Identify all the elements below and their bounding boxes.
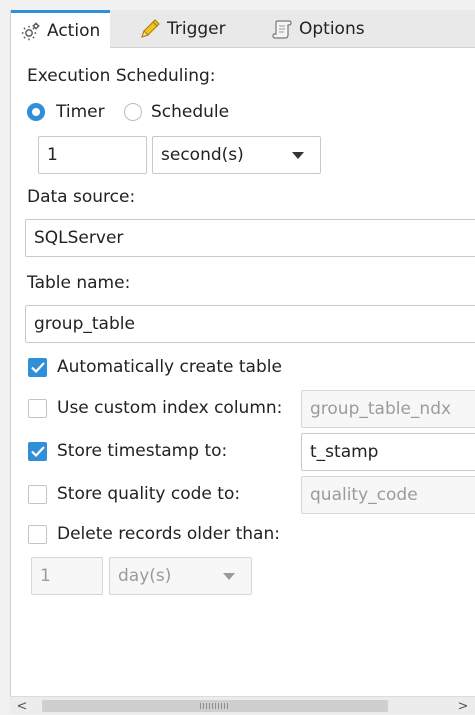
scrollbar-thumb[interactable] xyxy=(42,700,388,712)
auto-create-table-checkbox[interactable] xyxy=(28,358,47,377)
tab-bar: Action Trigger Options xyxy=(11,10,475,49)
delete-older-unit-select[interactable]: day(s) xyxy=(109,557,252,595)
scroll-icon xyxy=(271,18,293,40)
delete-older-value-input[interactable]: 1 xyxy=(31,557,103,595)
store-timestamp-value: t_stamp xyxy=(310,442,379,462)
table-name-label: Table name: xyxy=(27,273,131,293)
store-quality-value: quality_code xyxy=(310,485,418,505)
store-timestamp-input[interactable]: t_stamp xyxy=(301,433,475,471)
store-quality-input[interactable]: quality_code xyxy=(301,476,475,514)
custom-index-value: group_table_ndx xyxy=(310,399,452,419)
chevron-down-icon xyxy=(223,572,235,580)
delete-older-unit-text: day(s) xyxy=(118,566,172,586)
interval-unit-select[interactable]: second(s) xyxy=(152,136,321,174)
timer-radio[interactable] xyxy=(27,103,45,121)
grip-icon xyxy=(200,703,230,709)
tab-action[interactable]: Action xyxy=(11,10,111,49)
schedule-radio-label: Schedule xyxy=(151,102,230,122)
check-icon xyxy=(31,362,45,373)
tab-action-label: Action xyxy=(47,21,101,41)
scroll-left-arrow[interactable]: < xyxy=(12,697,32,715)
tab-trigger[interactable]: Trigger xyxy=(139,10,226,48)
tab-options-label: Options xyxy=(299,19,365,39)
horizontal-scrollbar[interactable]: < > xyxy=(10,696,475,714)
execution-scheduling-label: Execution Scheduling: xyxy=(27,66,216,86)
auto-create-table-label: Automatically create table xyxy=(57,357,282,377)
delete-older-checkbox[interactable] xyxy=(28,525,47,544)
interval-value-input[interactable]: 1 xyxy=(38,136,147,174)
data-source-label: Data source: xyxy=(27,187,136,207)
schedule-radio[interactable] xyxy=(124,103,142,121)
interval-value-text: 1 xyxy=(47,145,58,165)
action-panel: Action Trigger Options Execution Schedul… xyxy=(10,10,475,714)
store-quality-checkbox[interactable] xyxy=(28,485,47,504)
tab-options[interactable]: Options xyxy=(271,10,365,48)
table-name-input[interactable]: group_table xyxy=(25,305,475,343)
interval-unit-text: second(s) xyxy=(161,145,244,165)
scroll-right-arrow[interactable]: > xyxy=(453,697,473,715)
pencil-icon xyxy=(139,18,161,40)
data-source-select[interactable]: SQLServer xyxy=(25,219,475,257)
tab-trigger-label: Trigger xyxy=(167,19,226,39)
custom-index-checkbox[interactable] xyxy=(28,399,47,418)
custom-index-label: Use custom index column: xyxy=(57,398,283,418)
delete-older-label: Delete records older than: xyxy=(57,524,280,544)
data-source-value: SQLServer xyxy=(34,228,124,248)
custom-index-input[interactable]: group_table_ndx xyxy=(301,390,475,428)
gear-icon xyxy=(21,21,41,41)
timer-radio-label: Timer xyxy=(56,102,105,122)
delete-older-value: 1 xyxy=(40,566,51,586)
chevron-down-icon xyxy=(292,151,304,159)
table-name-value: group_table xyxy=(34,314,135,334)
check-icon xyxy=(31,446,45,457)
store-timestamp-checkbox[interactable] xyxy=(28,442,47,461)
store-timestamp-label: Store timestamp to: xyxy=(57,441,228,461)
store-quality-label: Store quality code to: xyxy=(57,484,241,504)
